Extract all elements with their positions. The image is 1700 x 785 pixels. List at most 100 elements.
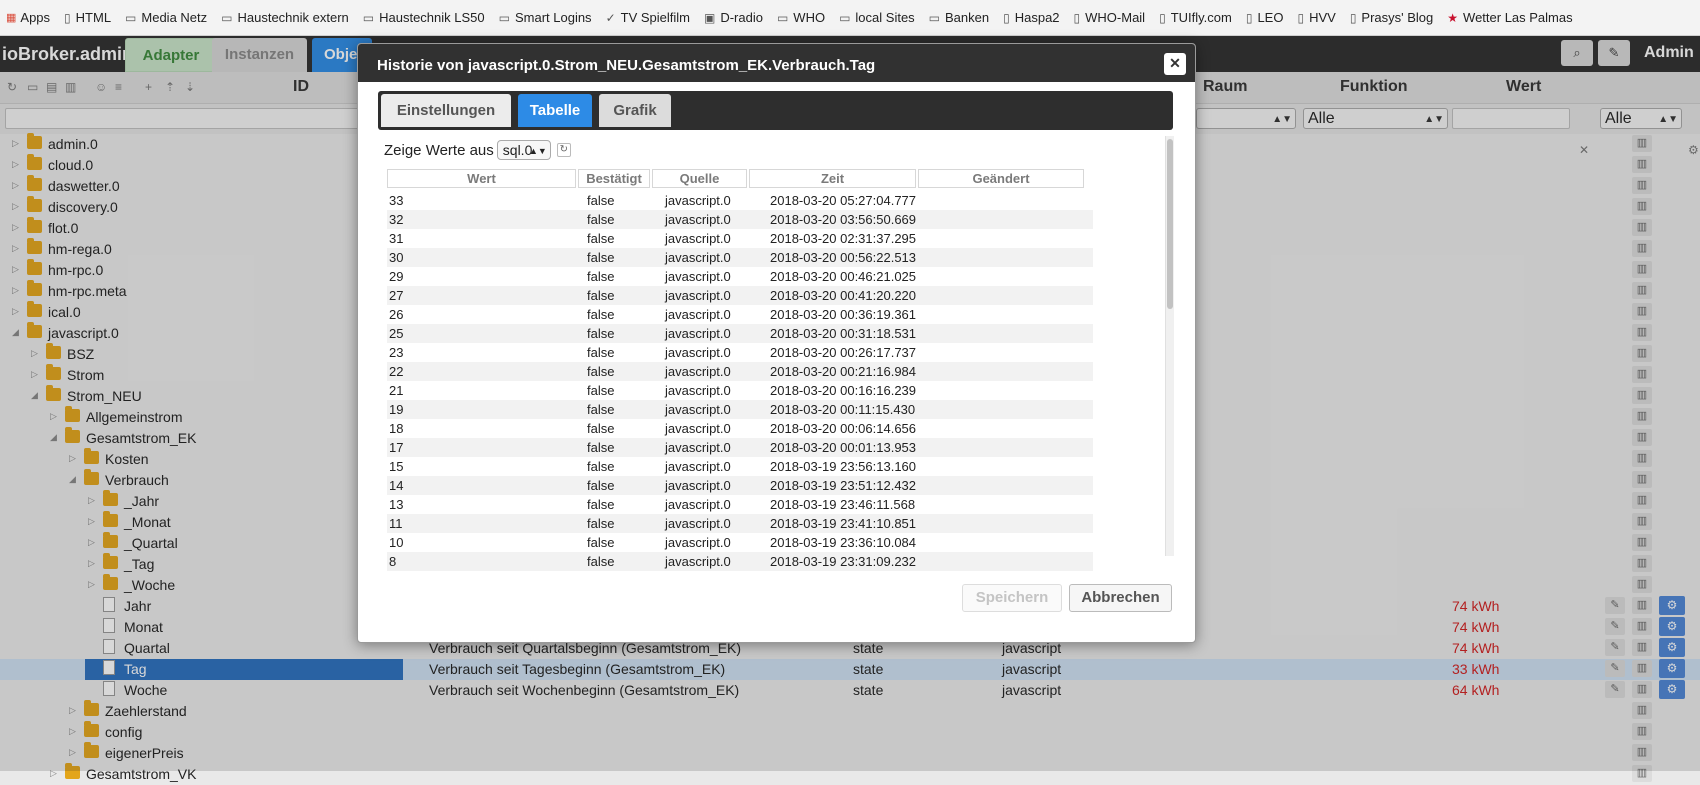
source-select[interactable]: sql.0 ▲▼ xyxy=(496,140,551,160)
cell-bestaetigt: false xyxy=(587,364,615,379)
header-bestaetigt[interactable]: Bestätigt xyxy=(578,169,650,188)
cell-zeit: 2018-03-20 03:56:50.669 xyxy=(770,212,917,227)
bookmark-item[interactable]: ▭ Haustechnik extern xyxy=(221,10,349,25)
history-row[interactable]: 17 false javascript.0 2018-03-20 00:01:13.9… xyxy=(387,438,1093,457)
cell-quelle: javascript.0 xyxy=(665,288,731,303)
cell-zeit: 2018-03-20 05:27:04.777 xyxy=(770,193,917,208)
cell-wert: 13 xyxy=(389,497,404,512)
cell-quelle: javascript.0 xyxy=(665,269,731,284)
history-row[interactable]: 21 false javascript.0 2018-03-20 00:16:16.2… xyxy=(387,381,1093,400)
cell-zeit: 2018-03-20 02:31:37.295 xyxy=(770,231,917,246)
history-row[interactable]: 29 false javascript.0 2018-03-20 00:46:21.0… xyxy=(387,267,1093,286)
history-row[interactable]: 19 false javascript.0 2018-03-20 00:11:15.4… xyxy=(387,400,1093,419)
history-row[interactable]: 32 false javascript.0 2018-03-20 03:56:50.6… xyxy=(387,210,1093,229)
dialog-footer: Speichern Abbrechen xyxy=(358,558,1195,643)
refresh-icon[interactable]: ↻ xyxy=(556,143,571,157)
bookmark-item[interactable]: ▭ Smart Logins xyxy=(499,10,592,25)
cell-wert: 30 xyxy=(389,250,404,265)
scrollbar-thumb[interactable] xyxy=(1167,139,1173,309)
cell-wert: 27 xyxy=(389,288,404,303)
cell-zeit: 2018-03-19 23:51:12.432 xyxy=(770,478,917,493)
bookmark-label: Smart Logins xyxy=(514,10,592,25)
bookmark-item[interactable]: ▣ D-radio xyxy=(704,10,763,25)
scrollbar[interactable] xyxy=(1165,136,1174,556)
cell-zeit: 2018-03-20 00:16:16.239 xyxy=(770,383,917,398)
cell-bestaetigt: false xyxy=(587,231,615,246)
cell-zeit: 2018-03-20 00:56:22.513 xyxy=(770,250,917,265)
folder-icon: ▭ xyxy=(928,10,941,25)
cell-zeit: 2018-03-20 00:11:15.430 xyxy=(770,402,916,417)
bookmark-item[interactable]: ▭ local Sites xyxy=(839,10,915,25)
header-wert[interactable]: Wert xyxy=(387,169,576,188)
cell-wert: 10 xyxy=(389,535,404,550)
cell-bestaetigt: false xyxy=(587,307,615,322)
folder-icon: ▭ xyxy=(776,10,789,25)
page-icon: ▯ xyxy=(1245,10,1253,25)
history-row[interactable]: 30 false javascript.0 2018-03-20 00:56:22.5… xyxy=(387,248,1093,267)
cell-zeit: 2018-03-20 00:01:13.953 xyxy=(770,440,917,455)
folder-icon: ▭ xyxy=(498,10,510,25)
header-zeit[interactable]: Zeit xyxy=(749,169,916,188)
bookmark-item[interactable]: ▯ WHO-Mail xyxy=(1074,10,1146,25)
bookmark-item[interactable]: ▭ Media Netz xyxy=(125,10,207,25)
cell-quelle: javascript.0 xyxy=(665,497,731,512)
bookmark-item[interactable]: ✓ TV Spielfilm xyxy=(606,10,690,25)
history-row[interactable]: 26 false javascript.0 2018-03-20 00:36:19.3… xyxy=(387,305,1093,324)
history-row[interactable]: 25 false javascript.0 2018-03-20 00:31:18.5… xyxy=(387,324,1093,343)
cell-quelle: javascript.0 xyxy=(665,345,731,360)
cell-bestaetigt: false xyxy=(587,345,615,360)
history-row[interactable]: 11 false javascript.0 2018-03-19 23:41:10.8… xyxy=(387,514,1093,533)
bookmark-item[interactable]: ▯ LEO xyxy=(1246,10,1284,25)
bookmark-item[interactable]: ▭ WHO xyxy=(777,10,825,25)
cell-zeit: 2018-03-19 23:41:10.851 xyxy=(770,516,917,531)
history-row[interactable]: 14 false javascript.0 2018-03-19 23:51:12.4… xyxy=(387,476,1093,495)
cell-bestaetigt: false xyxy=(587,383,615,398)
bookmark-item[interactable]: ▯ Haspa2 xyxy=(1003,10,1059,25)
close-icon[interactable]: ✕ xyxy=(1164,53,1186,75)
dialog-tabs: Einstellungen Tabelle Grafik xyxy=(378,91,1173,130)
cell-wert: 31 xyxy=(389,231,404,246)
cell-quelle: javascript.0 xyxy=(665,364,731,379)
bookmark-item[interactable]: ▯ HVV xyxy=(1297,10,1335,25)
history-table-header: Wert Bestätigt Quelle Zeit Geändert xyxy=(387,169,1086,188)
history-row[interactable]: 13 false javascript.0 2018-03-19 23:46:11.5… xyxy=(387,495,1093,514)
history-row[interactable]: 33 false javascript.0 2018-03-20 05:27:04.7… xyxy=(387,191,1093,210)
history-row[interactable]: 22 false javascript.0 2018-03-20 00:21:16.9… xyxy=(387,362,1093,381)
bookmark-item[interactable]: ▯ Prasys' Blog xyxy=(1350,10,1433,25)
cell-quelle: javascript.0 xyxy=(665,250,731,265)
bookmark-item[interactable]: ★ Wetter Las Palmas xyxy=(1447,10,1572,25)
history-row[interactable]: 23 false javascript.0 2018-03-20 00:26:17.7… xyxy=(387,343,1093,362)
bookmark-label: Apps xyxy=(20,10,51,25)
bookmark-item[interactable]: ▭ Haustechnik LS50 xyxy=(363,10,485,25)
cancel-button[interactable]: Abbrechen xyxy=(1069,584,1172,612)
header-geaendert[interactable]: Geändert xyxy=(918,169,1084,188)
folder-icon: ▭ xyxy=(362,10,375,25)
history-row[interactable]: 18 false javascript.0 2018-03-20 00:06:14.6… xyxy=(387,419,1093,438)
bookmark-label: LEO xyxy=(1257,10,1284,25)
history-row[interactable]: 15 false javascript.0 2018-03-19 23:56:13.1… xyxy=(387,457,1093,476)
page-icon: ▯ xyxy=(1349,10,1357,25)
tab-tabelle[interactable]: Tabelle xyxy=(518,94,592,127)
bookmark-item[interactable]: ▦ Apps xyxy=(6,10,50,25)
bookmark-label: TUIfly.com xyxy=(1170,10,1232,25)
folder-icon: ▭ xyxy=(221,10,233,25)
bookmark-label: Haustechnik extern xyxy=(237,10,349,25)
header-quelle[interactable]: Quelle xyxy=(652,169,747,188)
history-row[interactable]: 31 false javascript.0 2018-03-20 02:31:37.2… xyxy=(387,229,1093,248)
tab-einstellungen[interactable]: Einstellungen xyxy=(381,94,511,127)
history-row[interactable]: 10 false javascript.0 2018-03-19 23:36:10.0… xyxy=(387,533,1093,552)
cell-bestaetigt: false xyxy=(587,326,615,341)
cell-quelle: javascript.0 xyxy=(665,440,731,455)
bookmark-label: HVV xyxy=(1309,10,1336,25)
save-button[interactable]: Speichern xyxy=(962,584,1062,612)
cell-wert: 19 xyxy=(389,402,404,417)
tab-grafik[interactable]: Grafik xyxy=(599,94,671,127)
bookmark-label: Haspa2 xyxy=(1014,10,1060,25)
bookmark-item[interactable]: ▯ HTML xyxy=(64,10,111,25)
history-row[interactable]: 27 false javascript.0 2018-03-20 00:41:20.2… xyxy=(387,286,1093,305)
apps-grid-icon: ▦ xyxy=(6,12,16,24)
bookmark-item[interactable]: ▭ Banken xyxy=(929,10,989,25)
cell-bestaetigt: false xyxy=(587,421,615,436)
bookmark-item[interactable]: ▯ TUIfly.com xyxy=(1159,10,1232,25)
cell-zeit: 2018-03-20 00:36:19.361 xyxy=(770,307,917,322)
